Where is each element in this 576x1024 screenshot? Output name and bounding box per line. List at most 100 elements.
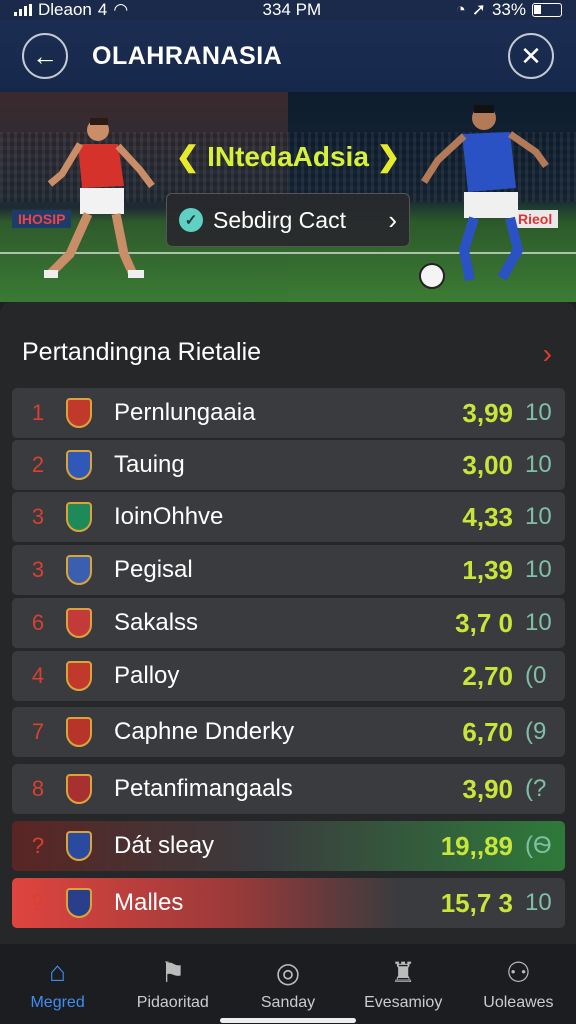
table-row[interactable]: 3 Pegisal 1,39 10 [12,545,565,595]
nav-item-evesamioy[interactable]: ♜ Evesamioy [346,944,461,1024]
table-row[interactable]: 4 Palloy 2,70 (0 [12,651,565,701]
network-label: 4 [97,0,108,19]
team-name: Tauing [114,451,185,478]
nav-label: Sanday [260,994,316,1011]
section-header[interactable]: Pertandingna Rietalie › [22,338,552,370]
team-crest-icon [64,449,94,481]
team-points: (0 [525,662,547,689]
hero-banner[interactable]: IHOSIP Rieol ❮ INtedaAdsia ❯ ✓ Sebdirg C… [0,92,576,302]
team-score: 1,39 [462,554,513,585]
page-title: OLAHRANASIA [92,41,283,70]
cta-label: Sebdirg Cact [213,206,346,233]
team-score: 19,,89 [440,830,513,861]
arrow-right-icon: ❯ [376,141,401,172]
battery-percent: 33% [491,0,526,19]
team-name: Caphne Dnderky [114,718,295,745]
wifi-icon: ◠ [113,0,129,19]
team-crest-icon [64,501,94,533]
carrier-label: Dleaon [38,0,92,19]
team-name: Pernlungaaia [114,399,256,426]
table-row[interactable]: 7 Caphne Dnderky 6,70 (9 [12,707,565,757]
rank-number: ? [31,890,45,915]
team-name: Palloy [114,662,180,689]
flag-icon: ⚑ [160,957,186,988]
rank-number: 8 [31,776,45,801]
team-score: 4,33 [462,501,513,532]
chevron-right-icon: › [388,204,397,235]
team-name: Pegisal [114,556,193,583]
team-crest-icon [64,887,94,919]
standings-panel: Pertandingna Rietalie › 1 Pernlungaaia 3,9… [0,302,576,944]
rank-number: 7 [31,719,45,744]
nav-label: Uoleawes [483,994,554,1011]
team-name: Dát sleay [114,832,215,859]
battery-icon [532,3,562,17]
cta-button[interactable]: ✓ Sebdirg Cact › [166,193,410,247]
table-row[interactable]: ? Malles 15,7 3 10 [12,878,565,928]
group-icon: ⚇ [505,957,531,988]
chevron-right-icon: › [542,338,552,369]
arrow-left-icon: ← [32,40,58,71]
team-score: 3,00 [462,449,513,480]
table-row[interactable]: 6 Sakalss 3,7 0 10 [12,598,565,648]
rank-number: 6 [31,610,45,635]
team-points: 10 [525,609,552,636]
team-points: 10 [525,556,552,583]
rank-number: 3 [31,504,45,529]
team-crest-icon [64,554,94,586]
table-row[interactable]: 1 Pernlungaaia 3,99 10 [12,388,565,438]
trophy-icon: ♜ [390,957,416,988]
nav-label: Pidaoritad [136,994,209,1011]
team-name: IoinOhhve [114,503,224,530]
home-icon: ⌂ [49,956,67,987]
table-row[interactable]: ? Dát sleay 19,,89 (Ѳ [12,821,565,871]
nav-item-sanday[interactable]: ◎ Sanday [230,944,345,1024]
rank-number: 4 [31,663,45,688]
close-icon: ✕ [520,40,542,71]
team-name: Malles [114,889,184,916]
section-title: Pertandingna Rietalie [22,338,262,366]
location-icon: ➚ [471,0,486,19]
bottom-nav: ⌂ Megred ⚑ Pidaoritad ◎ Sanday ♜ Evesamioy ⚇ Uole… [0,944,576,1024]
table-row[interactable]: 8 Petanfimangaals 3,90 (? [12,764,565,814]
status-bar: Dleaon 4 ◠ 334 PM ◔ ➚ 33% [0,0,576,20]
check-icon: ✓ [179,208,203,232]
app-bar: ← OLAHRANASIA ✕ [0,20,576,92]
team-score: 3,7 0 [455,607,513,638]
team-points: 10 [525,889,552,916]
signal-icon [14,4,32,16]
team-points: 10 [525,503,552,530]
team-name: Sakalss [114,609,199,636]
promo-headline: ❮ INtedaAdsia ❯ [175,141,401,172]
nav-label: Evesamioy [364,994,443,1011]
home-indicator [220,1018,356,1023]
team-name: Petanfimangaals [114,775,293,802]
rank-number: 2 [31,452,45,477]
rank-number: ? [31,833,45,858]
nav-item-pidaoritad[interactable]: ⚑ Pidaoritad [115,944,230,1024]
team-score: 2,70 [462,660,513,691]
table-row[interactable]: 2 Tauing 3,00 10 [12,440,565,490]
team-score: 15,7 3 [440,887,513,918]
ball-icon: ◎ [275,957,301,988]
team-score: 3,99 [462,397,513,428]
nav-item-uoleawes[interactable]: ⚇ Uoleawes [461,944,576,1024]
close-button[interactable]: ✕ [508,33,554,79]
team-crest-icon [64,773,94,805]
team-crest-icon [64,607,94,639]
team-crest-icon [64,660,94,692]
nav-item-megred[interactable]: ⌂ Megred [0,944,115,1024]
back-button[interactable]: ← [22,33,68,79]
rank-number: 1 [31,400,45,425]
arrow-left-icon: ❮ [175,141,200,172]
team-crest-icon [64,716,94,748]
clock: 334 PM [262,0,322,19]
team-points: (? [525,775,547,802]
team-crest-icon [64,397,94,429]
team-score: 3,90 [462,773,513,804]
alarm-icon: ◔ [455,0,466,19]
team-score: 6,70 [462,716,513,747]
table-row[interactable]: 3 IoinOhhve 4,33 10 [12,492,565,542]
team-points: 10 [525,451,552,478]
rank-number: 3 [31,557,45,582]
